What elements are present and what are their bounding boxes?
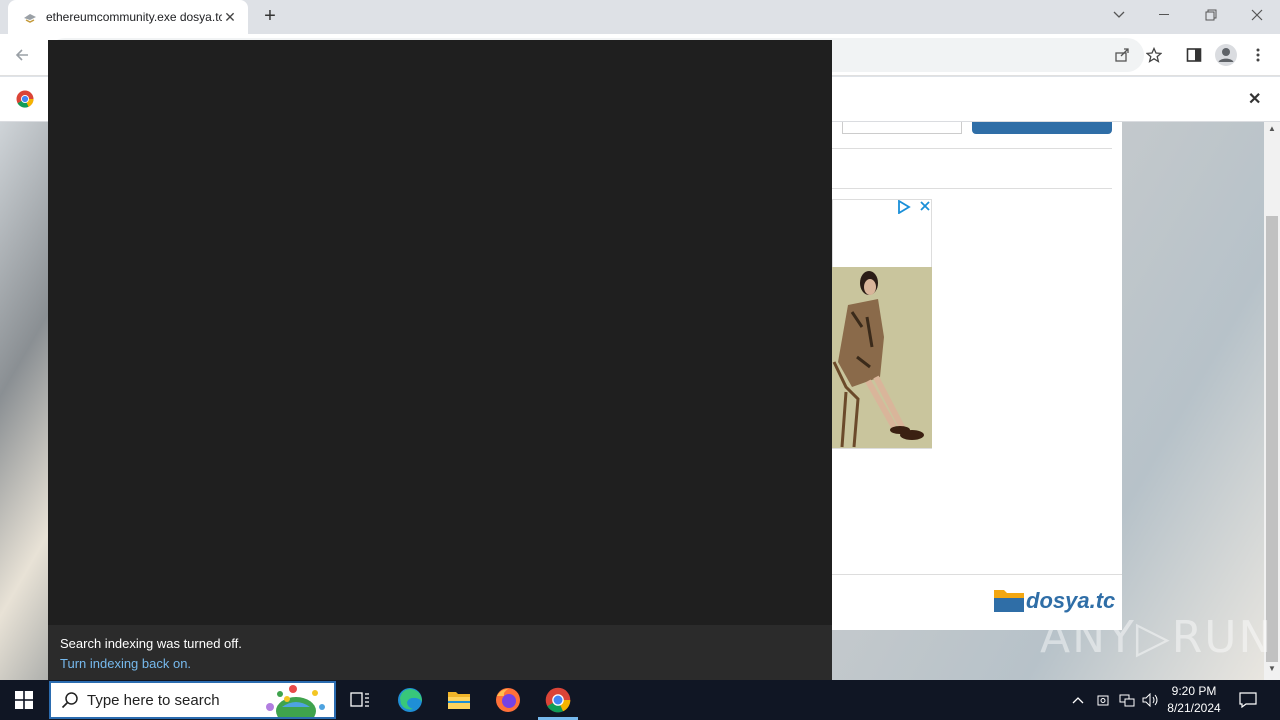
meet-now-icon[interactable] <box>1092 680 1114 720</box>
indexing-message: Search indexing was turned off. <box>60 636 242 651</box>
search-highlight-icon <box>266 685 325 717</box>
ad-close-icon[interactable] <box>919 200 931 212</box>
task-view-button[interactable] <box>336 680 384 720</box>
clock-time: 9:20 PM <box>1171 684 1217 698</box>
site-logo-text: dosya.tc <box>1026 588 1116 613</box>
tab-title: ethereumcommunity.exe dosya.tc <box>46 10 222 24</box>
network-icon[interactable] <box>1116 680 1138 720</box>
side-panel-icon[interactable] <box>1182 43 1206 67</box>
clock-date: 8/21/2024 <box>1167 701 1221 715</box>
edge-icon <box>398 688 422 712</box>
divider <box>832 188 1112 189</box>
ad-controls <box>897 200 931 214</box>
browser-tab[interactable]: ethereumcommunity.exe dosya.tc ✕ <box>8 0 248 34</box>
folder-icon <box>448 692 470 709</box>
task-view-icon <box>350 692 369 707</box>
scrollbar-thumb[interactable] <box>1266 216 1278 662</box>
footer-divider <box>832 574 1122 575</box>
turn-indexing-on-link[interactable]: Turn indexing back on. <box>60 654 820 674</box>
minimize-button[interactable] <box>1142 0 1188 30</box>
start-button[interactable] <box>0 680 48 720</box>
folder-logo-icon <box>994 590 1024 612</box>
search-panel-footer: Search indexing was turned off. Turn ind… <box>48 625 832 680</box>
share-icon[interactable] <box>1110 43 1134 67</box>
new-tab-button[interactable]: + <box>258 4 282 28</box>
scroll-down-arrow-icon[interactable]: ▼ <box>1264 664 1280 678</box>
adchoices-icon[interactable] <box>897 200 911 214</box>
download-field[interactable] <box>842 122 962 134</box>
star-icon[interactable] <box>1142 43 1166 67</box>
kebab-menu-icon[interactable] <box>1246 43 1270 67</box>
search-icon <box>61 692 78 709</box>
page-favicon-icon <box>24 14 36 23</box>
back-arrow-icon[interactable] <box>10 43 34 67</box>
profile-icon[interactable] <box>1214 43 1238 67</box>
chrome-icon <box>545 687 571 713</box>
windows-search-panel <box>48 40 832 680</box>
restore-button[interactable] <box>1188 0 1234 30</box>
edge-button[interactable] <box>386 680 434 720</box>
watermark-logo: ANY▷RUN <box>1040 612 1274 663</box>
close-window-button[interactable] <box>1234 0 1280 30</box>
tab-strip: ethereumcommunity.exe dosya.tc ✕ + <box>0 0 1280 34</box>
taskbar-search-box[interactable]: Type here to search <box>49 681 336 719</box>
notification-center-icon[interactable] <box>1234 680 1262 720</box>
search-placeholder: Type here to search <box>87 691 220 709</box>
chrome-logo-icon <box>16 90 34 108</box>
infobar-close-icon[interactable]: ✕ <box>1248 89 1261 109</box>
ad-image[interactable] <box>832 267 932 448</box>
scroll-up-arrow-icon[interactable]: ▲ <box>1264 124 1280 138</box>
windows-logo-icon <box>15 691 33 709</box>
tab-search-chevron-icon[interactable] <box>1096 0 1142 30</box>
volume-icon[interactable] <box>1140 680 1162 720</box>
firefox-icon <box>496 688 520 712</box>
file-explorer-button[interactable] <box>435 680 483 720</box>
show-hidden-icons-chevron-icon[interactable] <box>1068 680 1088 720</box>
taskbar: Type here to search 9:20 PM 8/21/2024 <box>0 680 1280 720</box>
system-clock[interactable]: 9:20 PM 8/21/2024 <box>1162 683 1226 717</box>
download-button[interactable] <box>972 122 1112 134</box>
chrome-taskbar-button[interactable] <box>534 680 582 720</box>
divider <box>832 148 1112 149</box>
firefox-button[interactable] <box>484 680 532 720</box>
tab-close-icon[interactable]: ✕ <box>222 9 238 26</box>
